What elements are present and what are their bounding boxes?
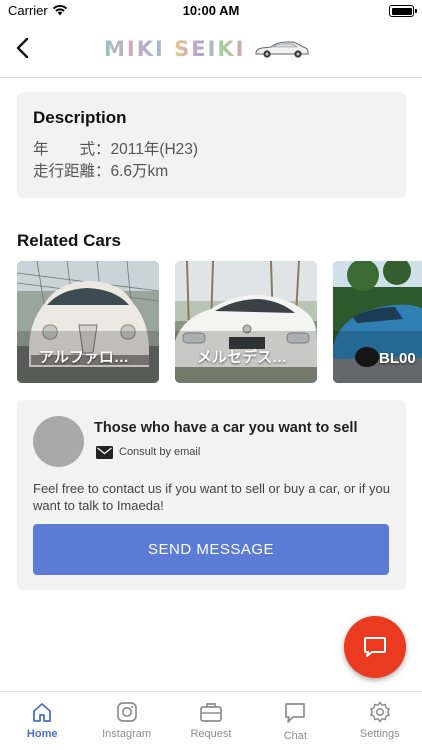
- mail-icon: [96, 446, 113, 459]
- send-message-button[interactable]: SEND MESSAGE: [33, 524, 389, 575]
- home-icon: [33, 703, 52, 722]
- logo-text: MIKI SEIKI: [104, 37, 246, 61]
- related-car-card[interactable]: アルファロ…: [17, 261, 159, 383]
- app-logo: MIKI SEIKI: [104, 36, 311, 62]
- tab-request[interactable]: Request: [169, 692, 253, 750]
- contact-title: Those who have a car you want to sell: [94, 420, 358, 436]
- battery-icon: [389, 5, 417, 17]
- tab-settings[interactable]: Settings: [338, 692, 422, 750]
- description-title: Description: [33, 108, 127, 127]
- tab-label: Request: [190, 728, 232, 740]
- tab-label: Settings: [359, 728, 400, 740]
- status-bar: Carrier 10:00 AM: [0, 0, 422, 22]
- tab-label: Chat: [283, 730, 307, 742]
- contact-card: Those who have a car you want to sell Co…: [17, 400, 406, 590]
- consult-by-email-label: Consult by email: [119, 446, 201, 458]
- gear-icon: [369, 701, 390, 723]
- tab-label: Instagram: [102, 728, 152, 740]
- chat-bubble-icon: [364, 637, 386, 657]
- related-car-name: メルセデス…: [197, 349, 288, 366]
- related-cars-title: Related Cars: [17, 231, 121, 250]
- avatar: [33, 416, 84, 467]
- navigation-bar: MIKI SEIKI: [0, 22, 422, 78]
- description-year: 年 式：2011年(H23): [33, 141, 199, 158]
- status-time: 10:00 AM: [182, 3, 240, 18]
- tab-bar: Home Instagram Request Chat Settings: [0, 691, 422, 750]
- related-car-name: BL00: [379, 350, 416, 367]
- chat-fab-button[interactable]: [344, 616, 406, 678]
- related-car-name: アルファロ…: [39, 349, 129, 366]
- tab-chat[interactable]: Chat: [253, 692, 337, 750]
- tab-label: Home: [26, 728, 58, 740]
- instagram-icon: [116, 702, 137, 722]
- contact-message: Feel free to contact us if you want to s…: [33, 481, 390, 513]
- related-car-card[interactable]: メルセデス…: [175, 261, 317, 383]
- chat-icon: [285, 703, 306, 723]
- description-mileage: 走行距離：6.6万km: [33, 163, 169, 180]
- tab-home[interactable]: Home: [0, 692, 84, 750]
- related-car-card[interactable]: BL00: [333, 261, 422, 383]
- briefcase-icon: [200, 703, 222, 722]
- back-button[interactable]: [10, 34, 38, 62]
- car-logo-icon: [255, 41, 309, 58]
- tab-instagram[interactable]: Instagram: [84, 692, 168, 750]
- related-cars-list[interactable]: アルファロ… メルセデス… BL00: [17, 261, 422, 383]
- description-card: Description 年 式：2011年(H23) 走行距離：6.6万km: [17, 92, 406, 198]
